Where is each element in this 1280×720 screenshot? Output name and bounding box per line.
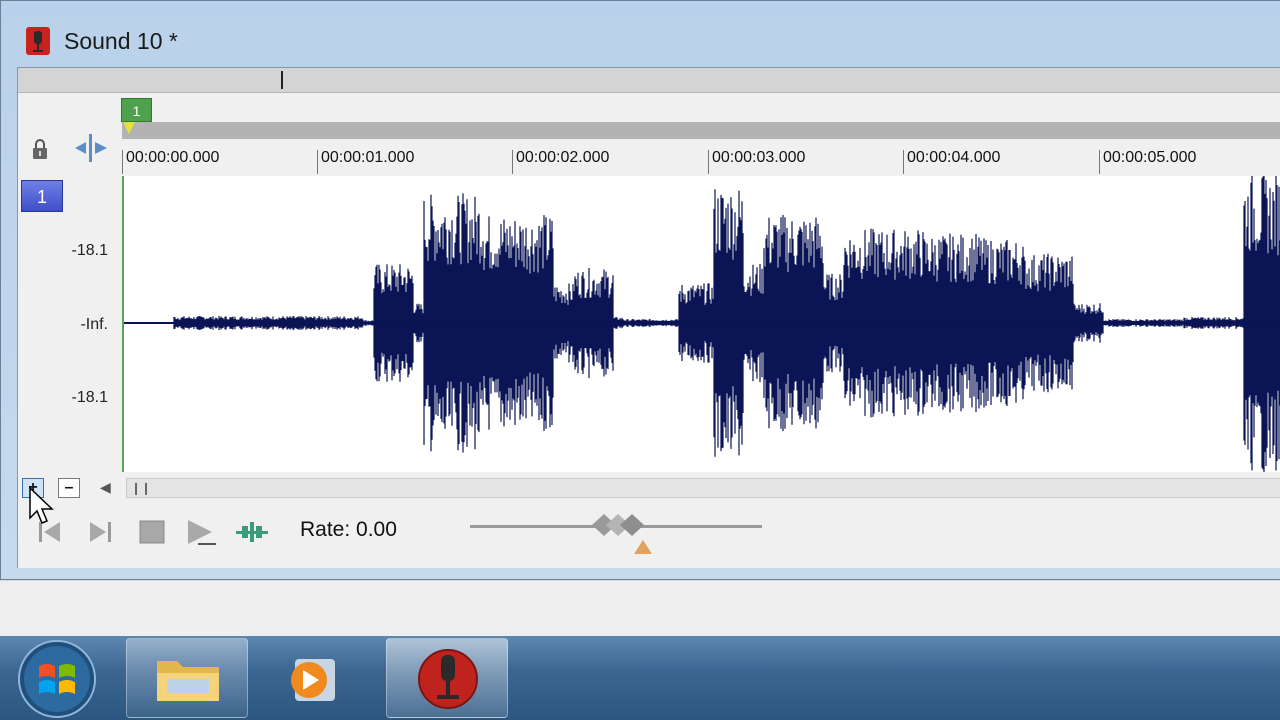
- db-label-bottom: -18.1: [71, 389, 108, 406]
- ruler-tick: [903, 150, 904, 174]
- ruler-label: 00:00:04.000: [907, 149, 1001, 166]
- snap-icon[interactable]: [74, 132, 108, 164]
- time-ruler[interactable]: 00:00:00.000 00:00:01.000 00:00:02.000 0…: [122, 140, 1280, 176]
- ruler-label: 00:00:03.000: [712, 149, 806, 166]
- taskbar: [0, 636, 1280, 720]
- zoom-out-button[interactable]: –: [58, 478, 80, 498]
- overview-cursor: [281, 71, 283, 89]
- ruler-tick: [317, 150, 318, 174]
- marker-bar[interactable]: [122, 122, 1280, 139]
- scroll-track[interactable]: ❙❙: [126, 478, 1280, 498]
- ruler-tick: [122, 150, 123, 174]
- media-player-icon: [291, 659, 335, 701]
- mouse-cursor-icon: [29, 486, 54, 524]
- taskbar-explorer[interactable]: [126, 638, 248, 718]
- rate-center-marker-icon: [634, 540, 652, 554]
- ruler-tick: [1099, 150, 1100, 174]
- horizontal-scrollbar: + – ◀ ❙❙: [18, 476, 1280, 498]
- status-bar: [0, 580, 1280, 637]
- waveform-display[interactable]: [122, 174, 1280, 472]
- ruler-label: 00:00:01.000: [321, 149, 415, 166]
- waveform-path: [123, 174, 1280, 472]
- ruler-tick: [708, 150, 709, 174]
- ruler-tick: [512, 150, 513, 174]
- waveform: [123, 174, 1280, 472]
- rate-label: Rate: 0.00: [300, 518, 397, 541]
- start-button-icon[interactable]: [16, 638, 98, 720]
- title-bar[interactable]: Sound 10 *: [1, 1, 1280, 67]
- lock-icon[interactable]: [32, 138, 48, 160]
- region-marker[interactable]: 1: [121, 98, 152, 122]
- db-label-top: -18.1: [71, 242, 108, 259]
- taskbar-sound-forge[interactable]: [386, 638, 508, 718]
- rate-slider-thumb[interactable]: [590, 512, 646, 538]
- stop-icon[interactable]: [134, 518, 170, 546]
- sound-editor-window: Sound 10 * 1 00:00:00.000 00:00:01.000 0…: [0, 0, 1280, 580]
- scroll-left-icon[interactable]: ◀: [100, 479, 111, 496]
- channel-number[interactable]: 1: [21, 180, 63, 212]
- folder-icon: [157, 661, 219, 701]
- taskbar-media-player[interactable]: [250, 638, 372, 718]
- overview-bar[interactable]: [18, 68, 1280, 93]
- play-icon[interactable]: [184, 518, 220, 546]
- scroll-grip-icon[interactable]: ❙❙: [131, 481, 151, 495]
- window-title: Sound 10 *: [64, 28, 178, 54]
- sound-forge-icon: [26, 27, 50, 55]
- transport-bar: Rate: 0.00: [18, 504, 1280, 554]
- go-to-end-icon[interactable]: [82, 518, 118, 546]
- playhead-marker[interactable]: [123, 122, 135, 134]
- play-looped-icon[interactable]: [234, 518, 270, 546]
- db-label-center: -Inf.: [80, 316, 108, 333]
- data-window: 1 00:00:00.000 00:00:01.000 00:00:02.000…: [17, 67, 1280, 568]
- ruler-label: 00:00:02.000: [516, 149, 610, 166]
- ruler-label: 00:00:05.000: [1103, 149, 1197, 166]
- ruler-label: 00:00:00.000: [126, 149, 220, 166]
- sound-forge-taskbar-icon: [418, 649, 478, 709]
